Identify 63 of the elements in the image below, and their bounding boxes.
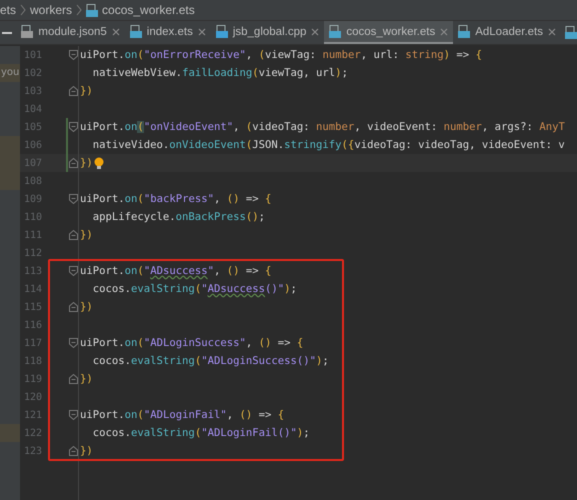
minus-icon: [2, 32, 12, 34]
code-line: }): [80, 157, 93, 169]
code-line: nativeVideo.onVideoEvent(JSON.stringify({videoTag: videoTag, videoEvent: v: [92, 139, 565, 151]
line-number: 114: [22, 284, 42, 294]
line-number: 112: [22, 248, 42, 258]
code-line: uiPort.on("ADLoginFail", () => {: [80, 409, 284, 421]
line-number: 103: [22, 86, 42, 96]
file-icon: [216, 25, 228, 38]
line-number: 113: [22, 266, 42, 276]
code-line: cocos.evalString("ADsuccess()");: [92, 283, 297, 295]
chevron-icon: [20, 4, 26, 16]
close-icon: [112, 28, 120, 36]
line-number: 104: [22, 104, 42, 114]
line-number: 123: [22, 446, 42, 456]
code-line: cocos.evalString("ADLoginFail()");: [92, 427, 310, 439]
line-number: 102: [22, 68, 42, 78]
line-number: 118: [22, 356, 42, 366]
line-number: 121: [22, 410, 42, 420]
close-icon: [198, 28, 206, 36]
breadcrumb-item[interactable]: cocos_worker.ets: [102, 3, 195, 17]
line-number: 115: [22, 302, 42, 312]
line-number: 108: [22, 176, 42, 186]
file-icon: [565, 26, 577, 39]
close-icon: [440, 28, 448, 36]
close-icon: [548, 28, 556, 36]
line-number: 101: [22, 50, 42, 60]
file-icon: [130, 25, 142, 38]
file-icon: [329, 25, 342, 38]
line-number: 116: [22, 320, 42, 330]
editor-tab[interactable]: jsb_global.cpp: [210, 21, 324, 44]
editor-tab[interactable]: AdLoader.ets: [453, 21, 561, 44]
code-line: }): [80, 445, 93, 457]
line-number: 119: [22, 374, 42, 384]
line-number: 106: [22, 140, 42, 150]
code-line: }): [80, 85, 93, 97]
side-panel-text: you: [1, 67, 20, 78]
code-line: uiPort.on("ADsuccess", () => {: [80, 265, 272, 277]
editor-tab[interactable]: module.json5: [16, 21, 125, 44]
editor-tab[interactable]: cocos_worker.ets: [324, 21, 454, 44]
file-icon: [458, 25, 470, 38]
code-line: }): [80, 373, 93, 385]
line-number: 122: [22, 428, 42, 438]
code-line: }): [80, 301, 93, 313]
line-number: 111: [22, 230, 42, 240]
line-number: 120: [22, 392, 42, 402]
code-line: uiPort.on("backPress", () => {: [80, 193, 272, 205]
code-line: appLifecycle.onBackPress();: [92, 211, 265, 223]
line-number: 117: [22, 338, 42, 348]
code-line: uiPort.on("onVideoEvent", (videoTag: number, videoEvent: number, args?: AnyT: [80, 121, 565, 133]
chevron-icon: [76, 4, 82, 16]
breadcrumb-item[interactable]: workers: [30, 3, 72, 17]
code-line: }): [80, 229, 93, 241]
code-line: uiPort.on("onErrorReceive", (viewTag: number, url: string) => {: [80, 49, 482, 61]
editor-tab[interactable]: index.ets: [124, 21, 211, 44]
line-number: 105: [22, 122, 42, 132]
code-line: cocos.evalString("ADLoginSuccess()");: [92, 355, 329, 367]
breadcrumb-item[interactable]: ets: [0, 3, 16, 17]
file-icon: [21, 25, 34, 38]
line-number: 109: [22, 194, 42, 204]
line-number: 110: [22, 212, 42, 222]
code-line: nativeWebView.failLoading(viewTag, url);: [92, 67, 348, 79]
code-line: uiPort.on("ADLoginSuccess", () => {: [80, 337, 304, 349]
close-icon: [311, 28, 320, 36]
